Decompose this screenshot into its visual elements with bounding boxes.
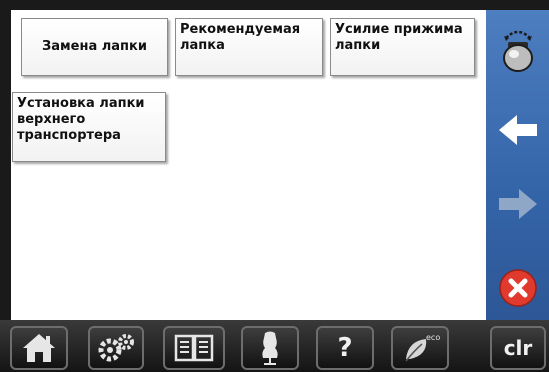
home-icon — [23, 334, 55, 362]
forward-arrow-icon[interactable] — [486, 174, 549, 234]
eco-button[interactable]: eco — [391, 326, 449, 370]
recommended-foot-button[interactable]: Рекомендуемая лапка — [175, 18, 323, 76]
back-arrow-icon[interactable] — [486, 100, 549, 160]
settings-button[interactable] — [88, 326, 144, 370]
clear-label: clr — [503, 336, 533, 360]
tutorial-button[interactable] — [163, 326, 225, 370]
eco-label: eco — [426, 333, 440, 342]
right-sidebar — [486, 10, 549, 320]
clear-button[interactable]: clr — [490, 326, 546, 370]
sewing-machine-screen: Замена лапки Рекомендуемая лапка Усилие … — [0, 0, 549, 372]
leaf-icon: eco — [405, 333, 440, 362]
dual-feed-foot-setup-label: Установка лапки верхнего транспортера — [17, 96, 145, 143]
dual-feed-foot-setup-button[interactable]: Установка лапки верхнего транспортера — [12, 92, 166, 162]
close-icon[interactable] — [486, 262, 549, 314]
help-icon: ? — [337, 333, 353, 363]
home-button[interactable] — [10, 326, 68, 370]
gears-icon — [98, 334, 134, 362]
recommended-foot-label: Рекомендуемая лапка — [180, 22, 301, 53]
dress-form-icon — [262, 331, 278, 365]
presser-foot-pressure-label: Усилие прижима лапки — [335, 22, 463, 53]
book-icon — [174, 334, 214, 362]
menu-panel: Замена лапки Рекомендуемая лапка Усилие … — [11, 10, 486, 320]
presser-foot-pressure-button[interactable]: Усилие прижима лапки — [330, 18, 475, 76]
bottom-toolbar: ? eco clr — [0, 320, 549, 372]
sewing-consultant-button[interactable] — [241, 326, 299, 370]
presser-foot-lever-icon[interactable] — [486, 18, 549, 80]
presser-foot-change-label: Замена лапки — [42, 39, 147, 54]
presser-foot-change-button[interactable]: Замена лапки — [21, 18, 168, 76]
help-button[interactable]: ? — [316, 326, 374, 370]
